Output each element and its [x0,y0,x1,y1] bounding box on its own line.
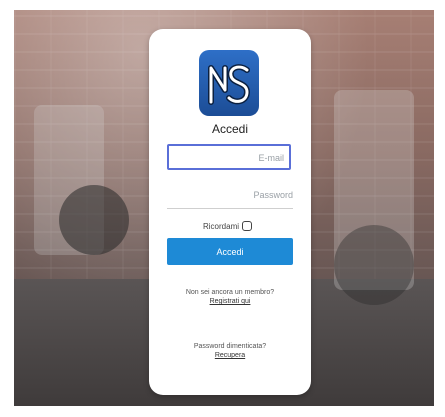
bike-wheel-right [334,225,414,305]
login-button[interactable]: Accedi [167,238,293,265]
email-placeholder: E-mail [258,153,284,163]
login-button-label: Accedi [216,246,244,257]
forgot-password-prompt: Password dimenticata? [193,343,267,350]
password-field[interactable]: Password [167,187,293,209]
remember-me[interactable]: Ricordami [203,219,253,233]
register-link[interactable]: Registrati qui [149,298,311,305]
email-field[interactable]: E-mail [167,144,291,170]
remember-checkbox[interactable] [242,221,253,231]
password-placeholder: Password [253,190,293,200]
register-prompt: Non sei ancora un membro? [185,289,275,296]
login-title: Accedi [211,122,249,136]
bike-wheel-left [59,185,129,255]
logo-icon [208,64,251,105]
recover-link[interactable]: Recupera [149,352,311,359]
remember-label: Ricordami [203,221,240,231]
app-logo [199,50,259,116]
login-card: Accedi E-mail Password Ricordami Accedi … [149,29,311,395]
